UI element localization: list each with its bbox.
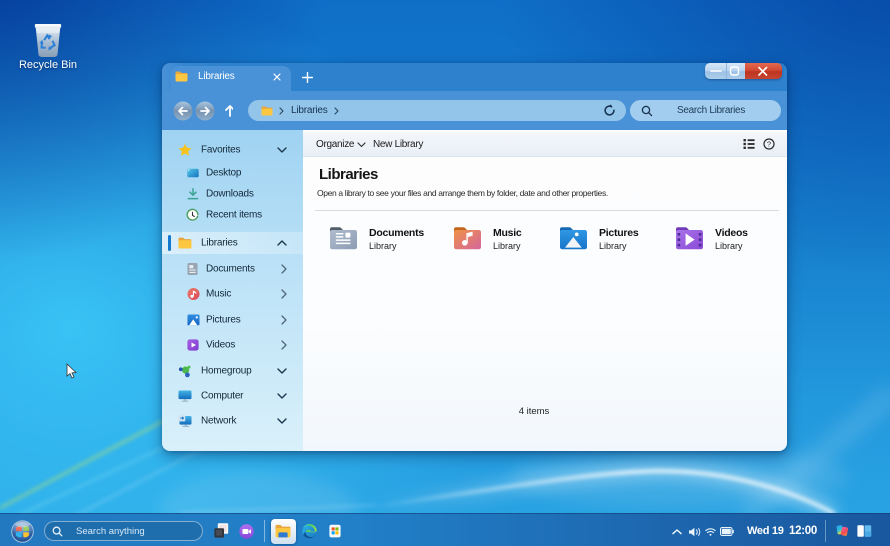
svg-text:?: ? (767, 139, 771, 148)
